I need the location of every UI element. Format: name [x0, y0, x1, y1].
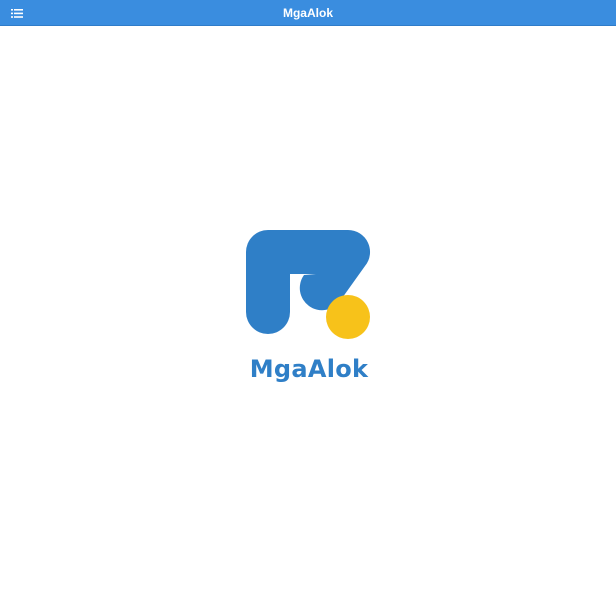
app-window: MgaAlok MgaAlok — [0, 0, 616, 592]
menu-button[interactable] — [8, 5, 26, 21]
app-title: MgaAlok — [282, 6, 333, 20]
mgaalok-logo-mark — [246, 229, 371, 339]
splash-logo: MgaAlok — [244, 228, 374, 388]
list-menu-icon — [11, 8, 23, 18]
top-app-bar: MgaAlok — [0, 0, 616, 26]
logo-wordmark: MgaAlok — [249, 355, 369, 383]
